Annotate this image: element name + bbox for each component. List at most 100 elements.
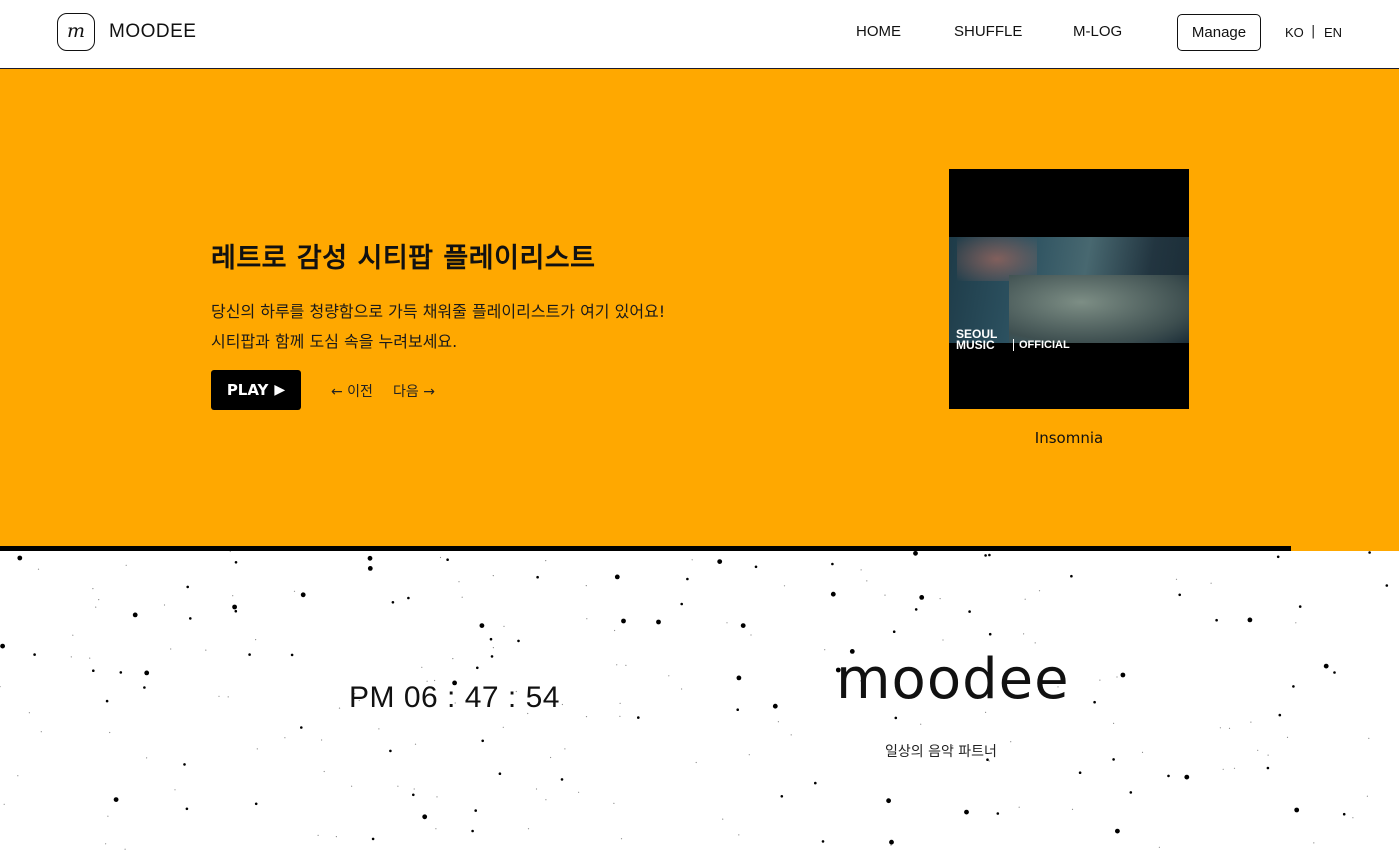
star-dot	[248, 653, 251, 656]
star-dot	[614, 629, 616, 632]
star-dot	[1071, 808, 1074, 810]
star-dot	[446, 558, 449, 561]
star-dot	[656, 619, 661, 625]
star-dot	[290, 653, 294, 657]
star-dot	[492, 575, 494, 577]
star-dot	[619, 702, 621, 704]
star-dot	[300, 592, 306, 598]
logo-icon[interactable]: m	[57, 13, 95, 51]
lang-ko-link[interactable]: KO	[1285, 25, 1304, 40]
nav-home[interactable]: HOME	[856, 23, 901, 40]
star-dot	[1267, 754, 1269, 756]
star-dot	[37, 568, 40, 570]
star-dot	[517, 639, 520, 643]
star-dot	[1276, 555, 1280, 559]
star-dot	[492, 647, 494, 649]
star-dot	[1215, 618, 1218, 622]
star-dot	[1250, 721, 1252, 723]
top-navbar: m MOODEE HOME SHUFFLE M-LOG Manage KO | …	[0, 0, 1399, 69]
star-dot	[317, 834, 319, 836]
star-dot	[821, 840, 825, 843]
star-dot	[988, 632, 992, 636]
star-dot	[913, 551, 918, 556]
star-dot	[939, 598, 941, 600]
star-dot	[414, 743, 417, 745]
star-dot	[738, 834, 740, 836]
star-dot	[996, 812, 1000, 815]
star-dot	[1116, 676, 1118, 678]
star-dot	[461, 596, 463, 598]
star-dot	[105, 843, 107, 845]
logo-letter: m	[66, 19, 86, 42]
star-dot	[407, 596, 410, 600]
star-dot	[1010, 741, 1012, 743]
star-dot	[300, 726, 303, 729]
star-dot	[234, 561, 238, 564]
star-dot	[189, 617, 192, 620]
star-dot	[92, 588, 94, 590]
star-dot	[561, 703, 564, 706]
star-dot	[98, 599, 100, 601]
star-dot	[536, 575, 539, 579]
star-dot	[621, 618, 626, 624]
star-dot	[351, 785, 353, 787]
star-dot	[284, 737, 286, 739]
star-dot	[40, 731, 42, 733]
nav-mlog[interactable]: M-LOG	[1073, 23, 1122, 40]
star-dot	[560, 778, 564, 781]
star-dot	[890, 844, 892, 846]
star-dot	[254, 802, 258, 806]
star-dot	[1278, 713, 1282, 717]
star-dot	[72, 634, 74, 636]
star-dot	[717, 559, 723, 564]
star-dot	[1313, 842, 1315, 844]
star-dot	[680, 602, 683, 606]
star-dot	[125, 564, 127, 566]
star-dot	[95, 606, 97, 608]
star-dot	[613, 802, 615, 804]
play-label: PLAY	[226, 381, 269, 399]
star-dot	[146, 757, 148, 759]
star-dot	[232, 604, 238, 610]
star-dot	[783, 585, 786, 587]
star-dot	[371, 837, 375, 841]
brand-name[interactable]: MOODEE	[109, 21, 196, 43]
star-dot	[256, 748, 258, 750]
star-dot	[830, 591, 836, 597]
star-dot	[695, 761, 697, 764]
star-dot	[143, 686, 146, 689]
star-dot	[620, 838, 623, 840]
star-dot	[777, 721, 780, 723]
hero-banner: 레트로 감성 시티팝 플레이리스트 당신의 하루를 청량함으로 가득 채워줄 플…	[0, 69, 1399, 551]
star-dot	[1368, 551, 1371, 554]
star-dot	[1368, 737, 1370, 739]
star-dot	[413, 788, 415, 790]
star-dot	[736, 675, 742, 681]
star-dot	[89, 657, 91, 659]
tagline: 일상의 음악 파트너	[885, 744, 997, 760]
star-dot	[439, 556, 442, 559]
digital-clock: PM 06 : 47 : 54	[349, 681, 560, 714]
lang-en-link[interactable]: EN	[1324, 25, 1342, 40]
star-dot	[614, 574, 620, 580]
play-button[interactable]: PLAY ▶	[211, 370, 301, 410]
star-dot	[1070, 574, 1073, 578]
star-dot	[479, 623, 485, 628]
album-cover[interactable]: SEOUL MUSIC OFFICIAL	[949, 169, 1189, 409]
next-button[interactable]: 다음 →	[393, 381, 435, 401]
star-dot	[1233, 767, 1236, 769]
star-dot	[1323, 663, 1329, 669]
star-dot	[452, 658, 454, 660]
star-dot	[691, 559, 693, 561]
star-dot	[535, 788, 538, 790]
prev-button[interactable]: ← 이전	[331, 381, 373, 401]
nav-shuffle[interactable]: SHUFFLE	[954, 23, 1022, 40]
star-dot	[227, 696, 229, 698]
star-dot	[422, 814, 428, 820]
star-dot	[1038, 590, 1041, 592]
star-dot	[205, 649, 207, 651]
manage-button[interactable]: Manage	[1177, 14, 1261, 51]
star-dot	[1099, 679, 1101, 681]
star-dot	[527, 828, 530, 830]
star-dot	[886, 798, 891, 804]
